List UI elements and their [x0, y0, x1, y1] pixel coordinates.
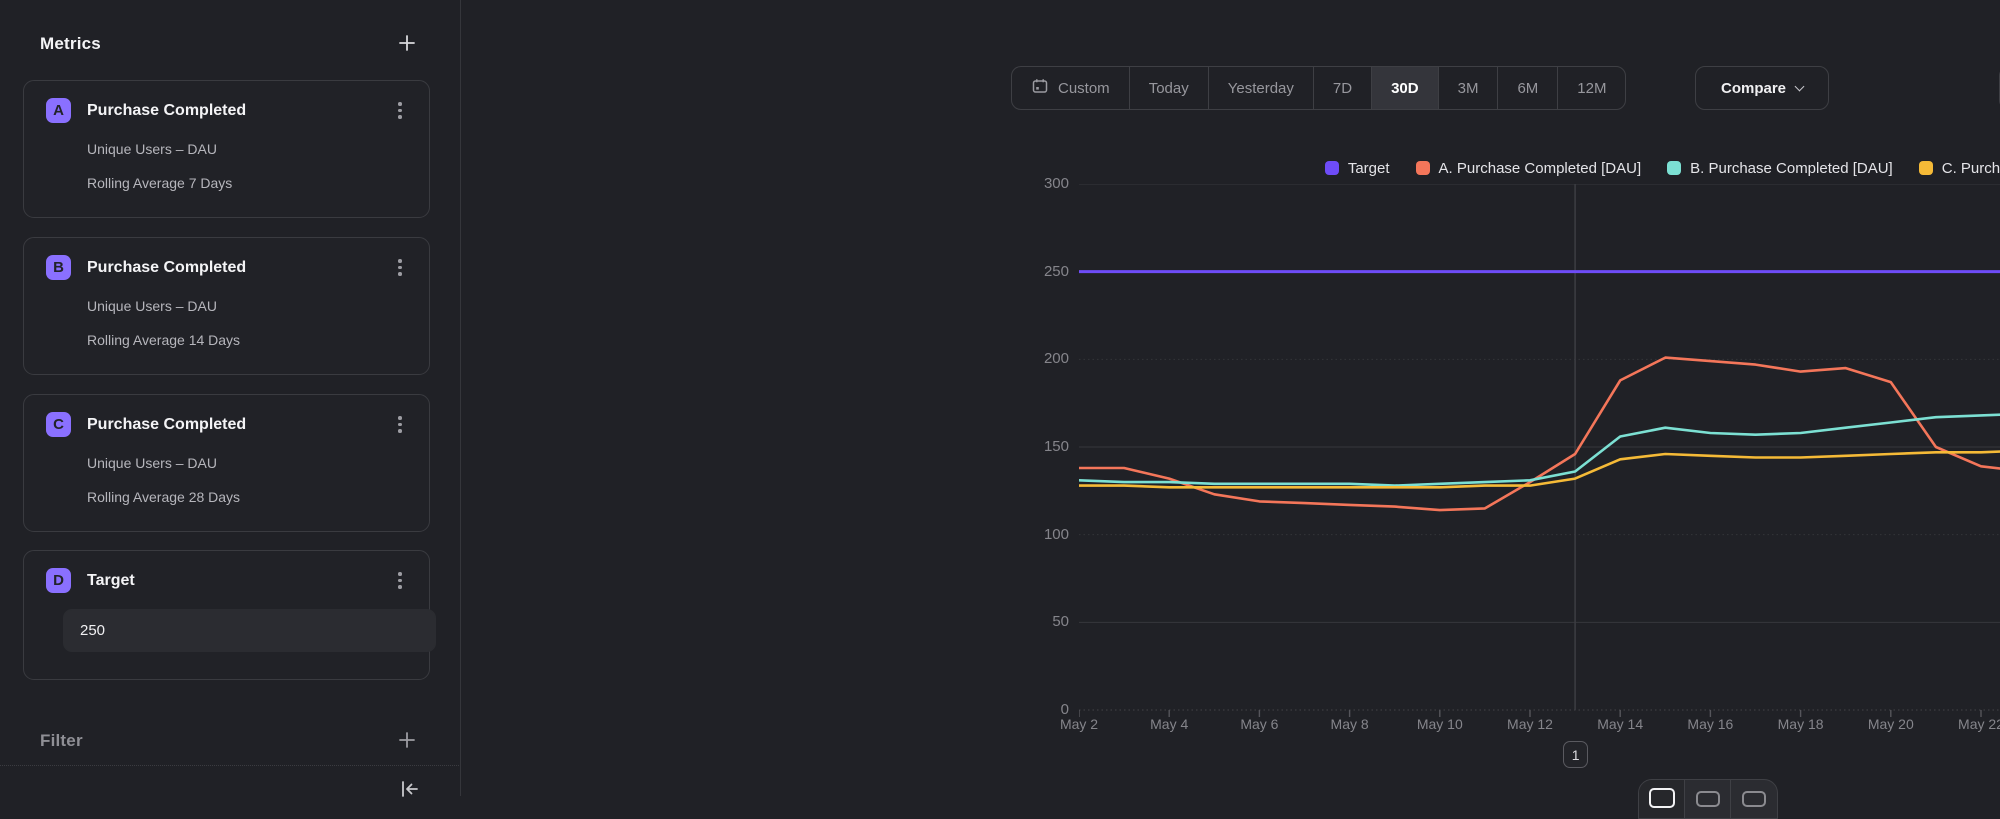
chart-size-full-button[interactable]	[1639, 780, 1685, 818]
line-chart[interactable]	[1079, 184, 2000, 721]
y-axis-label: 300	[981, 175, 1069, 192]
add-filter-button[interactable]	[394, 727, 420, 756]
x-axis-label: May 2	[1034, 716, 1124, 732]
x-axis-label: May 4	[1124, 716, 1214, 732]
date-range-label: Custom	[1058, 80, 1110, 97]
x-axis-label: May 10	[1395, 716, 1485, 732]
metrics-header: Metrics	[40, 34, 101, 54]
chart-size-third-icon	[1742, 791, 1766, 807]
metric-card-a[interactable]: A Purchase Completed Unique Users – DAU …	[23, 80, 430, 218]
date-range-label: 12M	[1577, 80, 1606, 97]
y-axis-label: 250	[981, 263, 1069, 280]
date-range-control: Custom Today Yesterday 7D 30D 3M 6M 12M	[1011, 66, 1626, 110]
date-range-12m[interactable]: 12M	[1558, 67, 1625, 109]
date-range-6m[interactable]: 6M	[1498, 67, 1558, 109]
x-axis-label: May 16	[1665, 716, 1755, 732]
legend-swatch	[1325, 161, 1339, 175]
target-title: Target	[87, 572, 391, 590]
chevron-down-icon	[1795, 81, 1805, 91]
date-range-30d[interactable]: 30D	[1372, 67, 1439, 109]
legend-item-1[interactable]: A. Purchase Completed [DAU]	[1416, 160, 1642, 177]
sidebar-divider	[0, 765, 459, 766]
plus-icon	[398, 34, 416, 55]
add-metric-button[interactable]	[394, 30, 420, 59]
target-card[interactable]: D Target	[23, 550, 430, 680]
y-axis-label: 50	[981, 613, 1069, 630]
metric-title: Purchase Completed	[87, 102, 391, 120]
date-range-yesterday[interactable]: Yesterday	[1209, 67, 1314, 109]
metric-rolling-average[interactable]: Rolling Average 7 Days	[87, 175, 409, 191]
metric-menu-button[interactable]	[391, 570, 409, 592]
annotation-badge[interactable]: 1	[1563, 741, 1588, 768]
calendar-icon	[1031, 77, 1049, 99]
metrics-sidebar: Metrics A Purchase Completed Unique User…	[0, 0, 461, 796]
x-axis-label: May 20	[1846, 716, 1936, 732]
date-range-today[interactable]: Today	[1130, 67, 1209, 109]
plus-icon	[398, 731, 416, 752]
chart-size-control	[1638, 779, 1778, 819]
date-range-7d[interactable]: 7D	[1314, 67, 1372, 109]
date-range-custom[interactable]: Custom	[1012, 67, 1130, 109]
metric-letter-badge: C	[46, 412, 71, 437]
legend-swatch	[1667, 161, 1681, 175]
legend-swatch	[1416, 161, 1430, 175]
metric-menu-button[interactable]	[391, 100, 409, 122]
compare-label: Compare	[1721, 80, 1786, 97]
series-line-2[interactable]	[1079, 412, 2000, 486]
metric-letter-badge: D	[46, 568, 71, 593]
chart-size-half-icon	[1696, 791, 1720, 807]
x-axis-label: May 14	[1575, 716, 1665, 732]
date-range-3m[interactable]: 3M	[1439, 67, 1499, 109]
chart-size-third-button[interactable]	[1731, 780, 1777, 818]
y-axis-label: 100	[981, 526, 1069, 543]
y-axis-label: 200	[981, 350, 1069, 367]
chart-size-half-button[interactable]	[1685, 780, 1731, 818]
legend-label: C. Purchase Completed [DAU]	[1942, 160, 2000, 177]
metric-measurement[interactable]: Unique Users – DAU	[87, 298, 409, 314]
legend-item-0[interactable]: Target	[1325, 160, 1390, 177]
metric-letter-badge: B	[46, 255, 71, 280]
metric-measurement[interactable]: Unique Users – DAU	[87, 141, 409, 157]
x-axis-label: May 6	[1214, 716, 1304, 732]
date-range-label: 6M	[1517, 80, 1538, 97]
chart-legend: Target A. Purchase Completed [DAU] B. Purc…	[1079, 157, 2000, 179]
x-axis-label: May 18	[1756, 716, 1846, 732]
metric-letter-badge: A	[46, 98, 71, 123]
date-range-label: 30D	[1391, 80, 1419, 97]
date-range-label: 3M	[1458, 80, 1479, 97]
x-axis-label: May 12	[1485, 716, 1575, 732]
collapse-left-icon	[399, 787, 421, 802]
legend-item-3[interactable]: C. Purchase Completed [DAU]	[1919, 160, 2000, 177]
metric-title: Purchase Completed	[87, 259, 391, 277]
legend-label: Target	[1348, 160, 1390, 177]
metric-rolling-average[interactable]: Rolling Average 28 Days	[87, 489, 409, 505]
date-range-label: Yesterday	[1228, 80, 1294, 97]
date-range-label: Today	[1149, 80, 1189, 97]
legend-label: A. Purchase Completed [DAU]	[1439, 160, 1642, 177]
compare-button[interactable]: Compare	[1695, 66, 1829, 110]
legend-label: B. Purchase Completed [DAU]	[1690, 160, 1893, 177]
legend-swatch	[1919, 161, 1933, 175]
metric-card-c[interactable]: C Purchase Completed Unique Users – DAU …	[23, 394, 430, 532]
legend-item-2[interactable]: B. Purchase Completed [DAU]	[1667, 160, 1893, 177]
target-value-input[interactable]	[63, 609, 436, 652]
metric-menu-button[interactable]	[391, 257, 409, 279]
collapse-sidebar-button[interactable]	[399, 779, 421, 802]
chart-size-full-icon	[1649, 788, 1675, 808]
metric-menu-button[interactable]	[391, 414, 409, 436]
date-range-label: 7D	[1333, 80, 1352, 97]
x-axis-label: May 8	[1305, 716, 1395, 732]
filter-header: Filter	[40, 731, 83, 751]
metric-measurement[interactable]: Unique Users – DAU	[87, 455, 409, 471]
metric-card-b[interactable]: B Purchase Completed Unique Users – DAU …	[23, 237, 430, 375]
metric-title: Purchase Completed	[87, 416, 391, 434]
y-axis-label: 150	[981, 438, 1069, 455]
metric-rolling-average[interactable]: Rolling Average 14 Days	[87, 332, 409, 348]
x-axis-label: May 22	[1936, 716, 2000, 732]
